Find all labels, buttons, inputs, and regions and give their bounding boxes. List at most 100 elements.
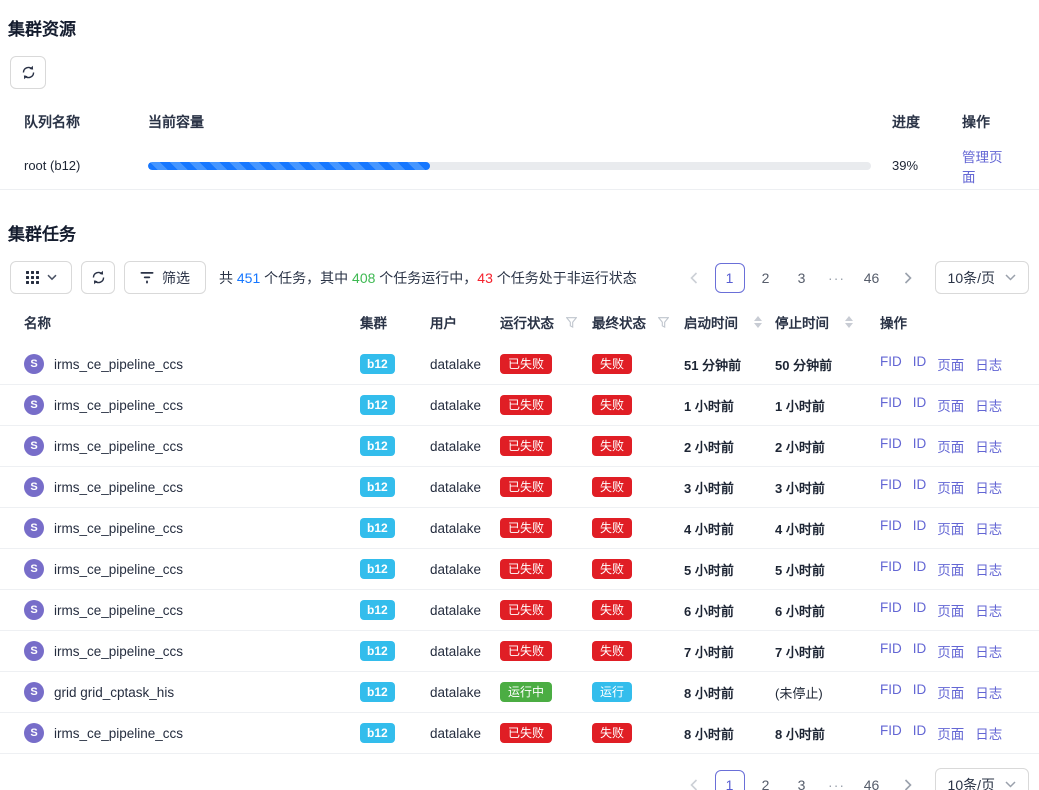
page-size-select[interactable]: 10条/页: [935, 261, 1029, 294]
id-link[interactable]: ID: [913, 600, 927, 620]
page-size-select[interactable]: 10条/页: [935, 768, 1029, 790]
user-name: datalake: [430, 726, 481, 741]
sort-icon[interactable]: [845, 316, 853, 328]
summary-text: 个任务，其中: [260, 270, 352, 286]
filter-funnel-icon[interactable]: [566, 317, 577, 328]
id-link[interactable]: ID: [913, 559, 927, 579]
final-status-badge: 失败: [592, 436, 632, 456]
page-button-46[interactable]: 46: [857, 770, 887, 790]
prev-page-button[interactable]: [679, 263, 709, 293]
page-link[interactable]: 页面: [937, 395, 964, 415]
cluster-badge: b12: [360, 395, 395, 415]
user-cell: datalake: [430, 439, 500, 454]
name-cell: Sgrid grid_cptask_his: [24, 682, 360, 702]
page-link[interactable]: 页面: [937, 641, 964, 661]
final-status-cell: 失败: [592, 477, 684, 497]
fid-link[interactable]: FID: [880, 682, 902, 702]
fid-link[interactable]: FID: [880, 600, 902, 620]
page-button-1[interactable]: 1: [715, 263, 745, 293]
page-link[interactable]: 页面: [937, 559, 964, 579]
stop-time: 8 小时前: [775, 727, 825, 742]
run-status-cell: 已失败: [500, 477, 592, 497]
log-link[interactable]: 日志: [975, 477, 1002, 497]
refresh-tasks-button[interactable]: [81, 261, 115, 294]
id-link[interactable]: ID: [913, 477, 927, 497]
summary-count-green: 408: [352, 270, 375, 286]
log-link[interactable]: 日志: [975, 436, 1002, 456]
log-link[interactable]: 日志: [975, 354, 1002, 374]
stop-time-cell: (未停止): [775, 683, 880, 702]
table-row: Sirms_ce_pipeline_ccsb12datalake已失败失败3 小…: [0, 467, 1039, 508]
next-page-button[interactable]: [893, 263, 923, 293]
page-link[interactable]: 页面: [937, 682, 964, 702]
page-link[interactable]: 页面: [937, 723, 964, 743]
final-status-badge: 失败: [592, 354, 632, 374]
page-button-46[interactable]: 46: [857, 263, 887, 293]
stop-time: 4 小时前: [775, 522, 825, 537]
refresh-icon: [21, 65, 36, 80]
id-link[interactable]: ID: [913, 723, 927, 743]
tasks-table-body: Sirms_ce_pipeline_ccsb12datalake已失败失败51 …: [0, 344, 1039, 754]
layout-grid-button[interactable]: [10, 261, 72, 294]
prev-page-button[interactable]: [679, 770, 709, 790]
log-link[interactable]: 日志: [975, 723, 1002, 743]
id-link[interactable]: ID: [913, 518, 927, 538]
page-button-2[interactable]: 2: [751, 770, 781, 790]
next-page-button[interactable]: [893, 770, 923, 790]
refresh-resources-button[interactable]: [10, 56, 46, 89]
page-button-2[interactable]: 2: [751, 263, 781, 293]
log-link[interactable]: 日志: [975, 518, 1002, 538]
page-button-3[interactable]: 3: [787, 263, 817, 293]
actions-cell: FID ID 页面日志: [880, 477, 1015, 497]
manage-page-link[interactable]: 管理页面: [962, 150, 1003, 185]
pagination-ellipsis[interactable]: ···: [823, 270, 851, 286]
avatar: S: [24, 518, 44, 538]
progress-header: 进度: [871, 112, 941, 132]
stop-time: 5 小时前: [775, 563, 825, 578]
sort-icon[interactable]: [754, 316, 762, 328]
log-link[interactable]: 日志: [975, 682, 1002, 702]
fid-link[interactable]: FID: [880, 395, 902, 415]
id-link[interactable]: ID: [913, 641, 927, 661]
id-link[interactable]: ID: [913, 354, 927, 374]
fid-link[interactable]: FID: [880, 641, 902, 661]
page-link[interactable]: 页面: [937, 354, 964, 374]
stop-time: 2 小时前: [775, 440, 825, 455]
stop-time: 7 小时前: [775, 645, 825, 660]
id-link[interactable]: ID: [913, 436, 927, 456]
fid-link[interactable]: FID: [880, 559, 902, 579]
page-link[interactable]: 页面: [937, 477, 964, 497]
log-link[interactable]: 日志: [975, 641, 1002, 661]
actions-header: 操作: [880, 312, 1015, 332]
fid-link[interactable]: FID: [880, 436, 902, 456]
start-time: 8 小时前: [684, 686, 734, 701]
log-link[interactable]: 日志: [975, 395, 1002, 415]
user-name: datalake: [430, 603, 481, 618]
start-time: 51 分钟前: [684, 358, 741, 373]
page-link[interactable]: 页面: [937, 600, 964, 620]
fid-link[interactable]: FID: [880, 477, 902, 497]
filter-funnel-icon[interactable]: [658, 317, 669, 328]
stop-time: 1 小时前: [775, 399, 825, 414]
start-time: 7 小时前: [684, 645, 734, 660]
cluster-badge: b12: [360, 559, 395, 579]
name-cell: Sirms_ce_pipeline_ccs: [24, 600, 360, 620]
fid-link[interactable]: FID: [880, 518, 902, 538]
page-button-3[interactable]: 3: [787, 770, 817, 790]
page-button-1[interactable]: 1: [715, 770, 745, 790]
progress-fill: [148, 162, 430, 170]
run-status-cell: 运行中: [500, 682, 592, 702]
filter-button[interactable]: 筛选: [124, 261, 206, 294]
page-link[interactable]: 页面: [937, 518, 964, 538]
cluster-badge: b12: [360, 354, 395, 374]
pagination-bottom: 123 ··· 46 10条/页: [679, 768, 1029, 790]
id-link[interactable]: ID: [913, 682, 927, 702]
id-link[interactable]: ID: [913, 395, 927, 415]
log-link[interactable]: 日志: [975, 600, 1002, 620]
fid-link[interactable]: FID: [880, 354, 902, 374]
log-link[interactable]: 日志: [975, 559, 1002, 579]
page-link[interactable]: 页面: [937, 436, 964, 456]
fid-link[interactable]: FID: [880, 723, 902, 743]
left-chevron-icon: [690, 779, 698, 790]
pagination-ellipsis[interactable]: ···: [823, 777, 851, 790]
